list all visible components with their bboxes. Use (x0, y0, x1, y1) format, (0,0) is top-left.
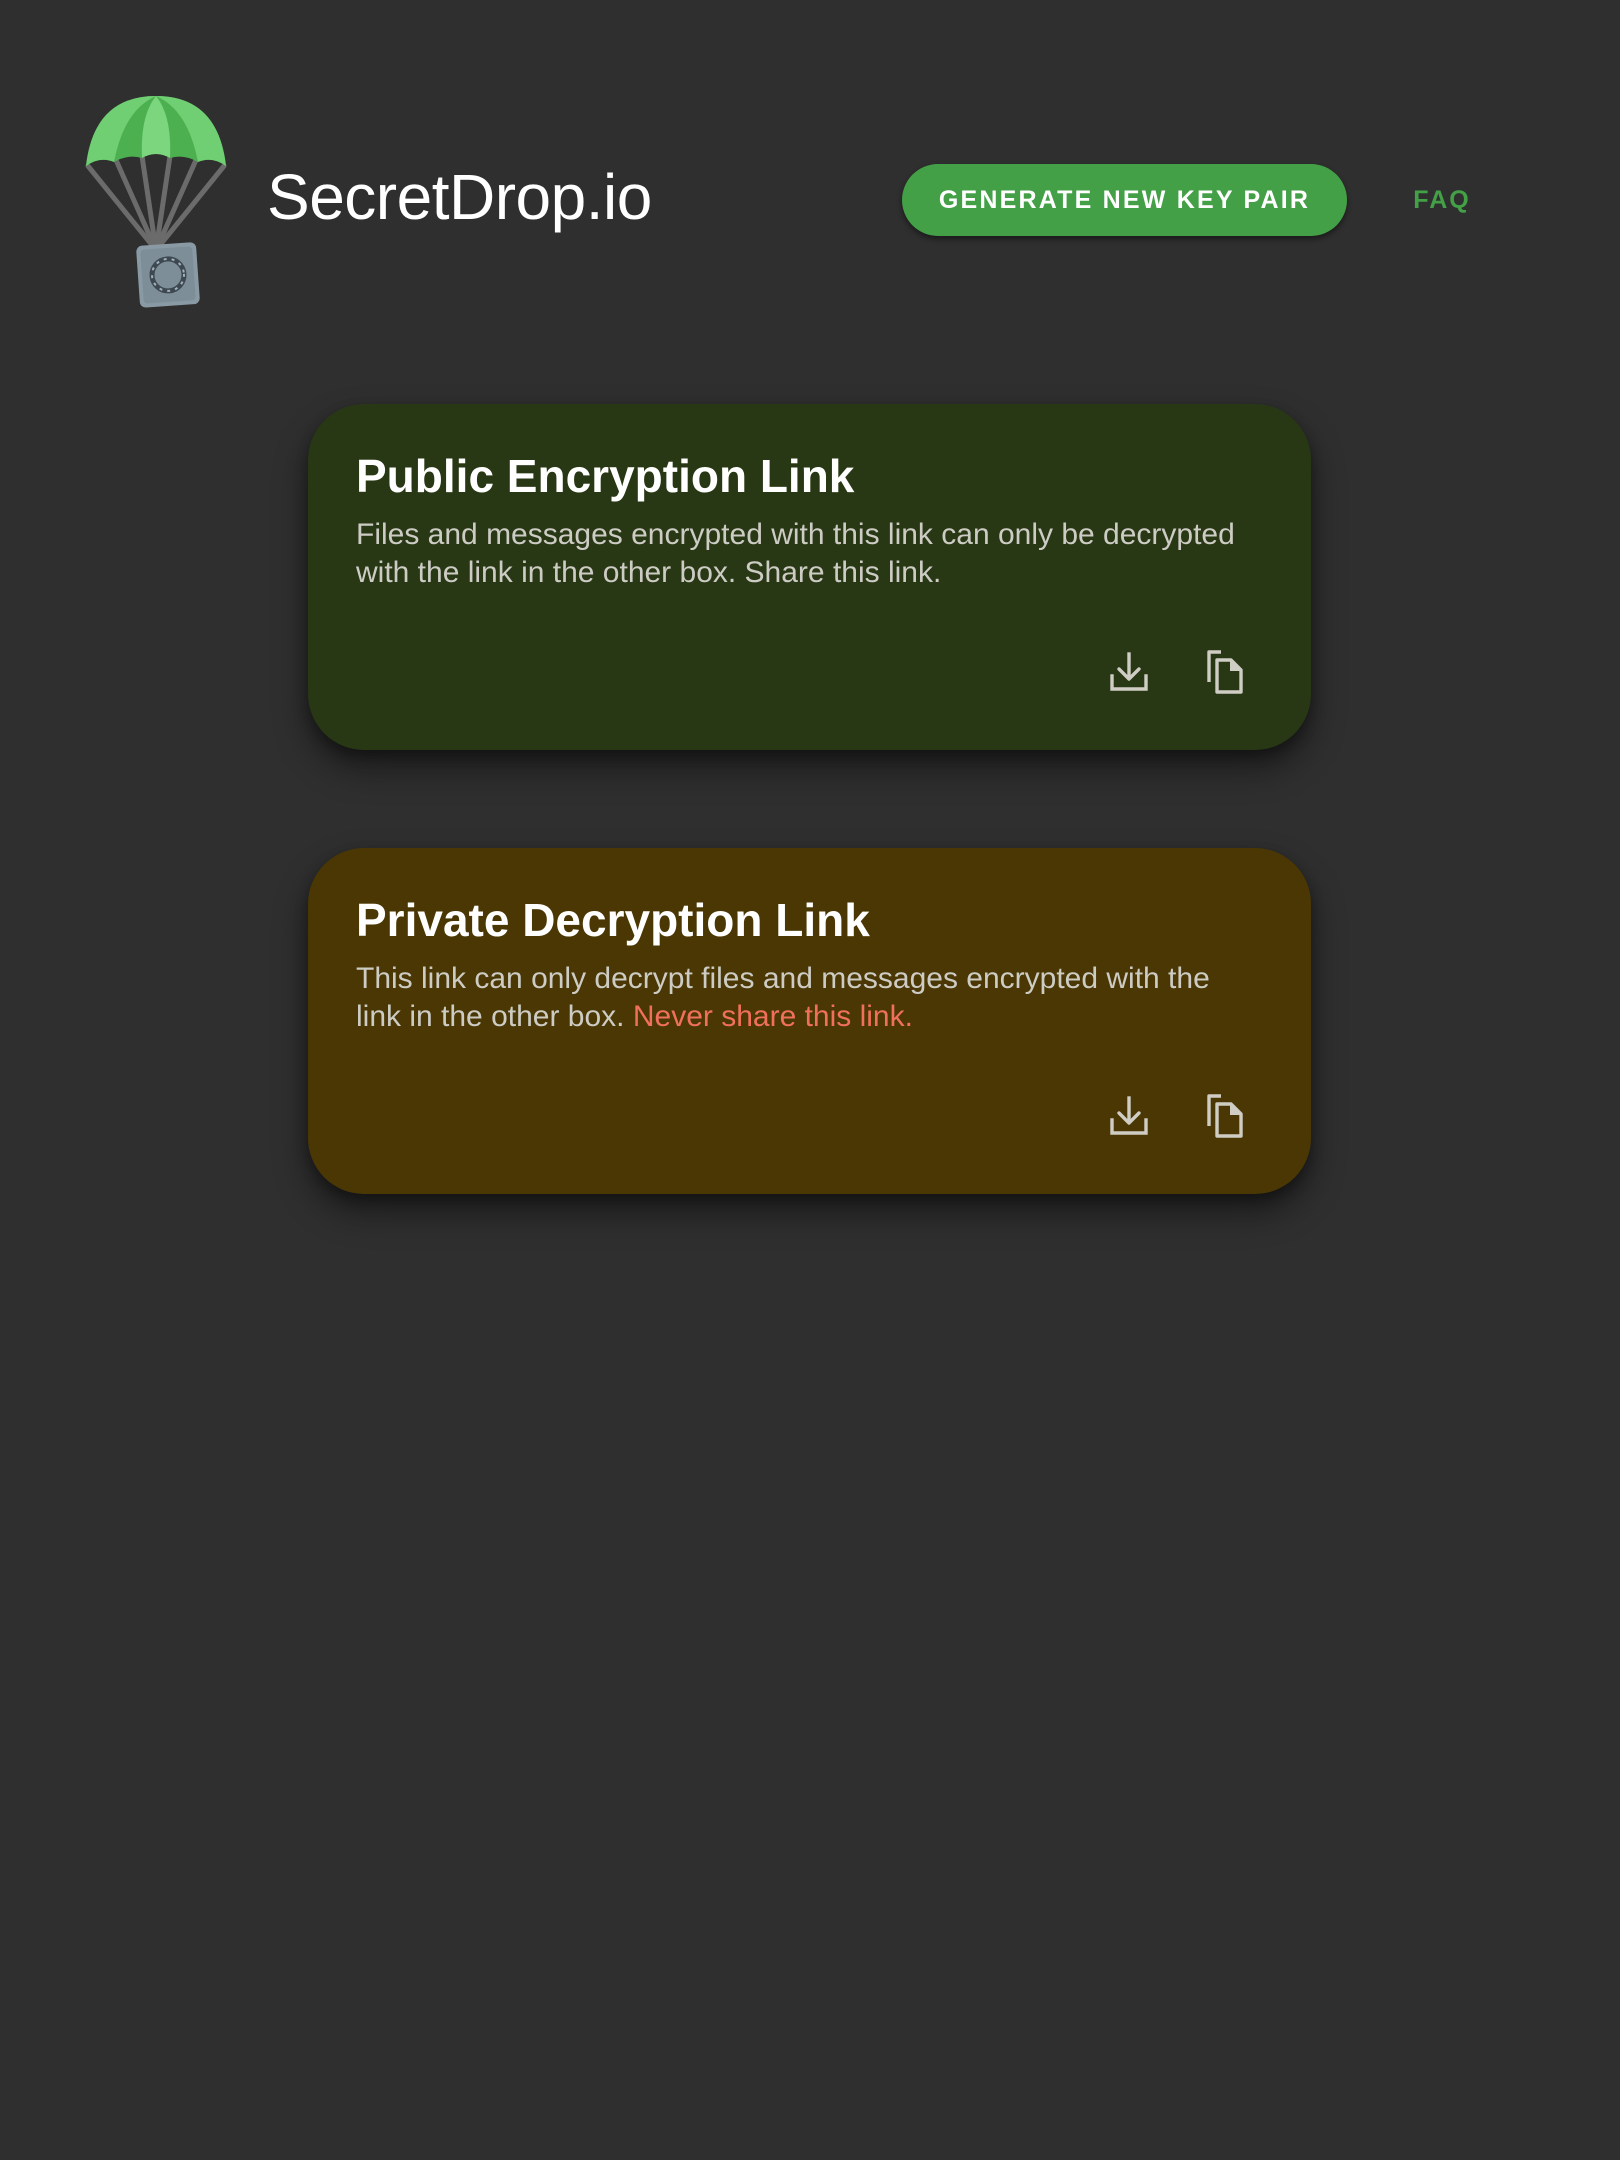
private-card-title: Private Decryption Link (356, 894, 870, 946)
download-icon (1110, 652, 1148, 691)
public-download-button[interactable] (1101, 644, 1157, 700)
public-copy-button[interactable] (1197, 644, 1253, 700)
parachute-safe-icon (84, 92, 230, 312)
copy-icon (1207, 1094, 1243, 1138)
private-copy-button[interactable] (1197, 1088, 1253, 1144)
page: SecretDrop.io GENERATE NEW KEY PAIR FAQ … (0, 0, 1620, 2160)
private-decryption-card: Private Decryption Link This link can on… (308, 848, 1311, 1194)
download-icon (1110, 1096, 1148, 1135)
public-encryption-card: Public Encryption Link Files and message… (308, 404, 1311, 750)
private-card-warning: Never share this link. (632, 1000, 913, 1033)
private-card-actions (1101, 1088, 1253, 1144)
private-card-description: This link can only decrypt files and mes… (356, 960, 1256, 1036)
private-download-button[interactable] (1101, 1088, 1157, 1144)
generate-key-pair-button[interactable]: GENERATE NEW KEY PAIR (902, 164, 1347, 236)
brand-title: SecretDrop.io (267, 161, 652, 233)
copy-icon (1207, 650, 1243, 694)
public-card-title: Public Encryption Link (356, 450, 855, 502)
public-card-actions (1101, 644, 1253, 700)
public-card-description: Files and messages encrypted with this l… (356, 518, 1235, 589)
faq-link[interactable]: FAQ (1402, 164, 1482, 236)
